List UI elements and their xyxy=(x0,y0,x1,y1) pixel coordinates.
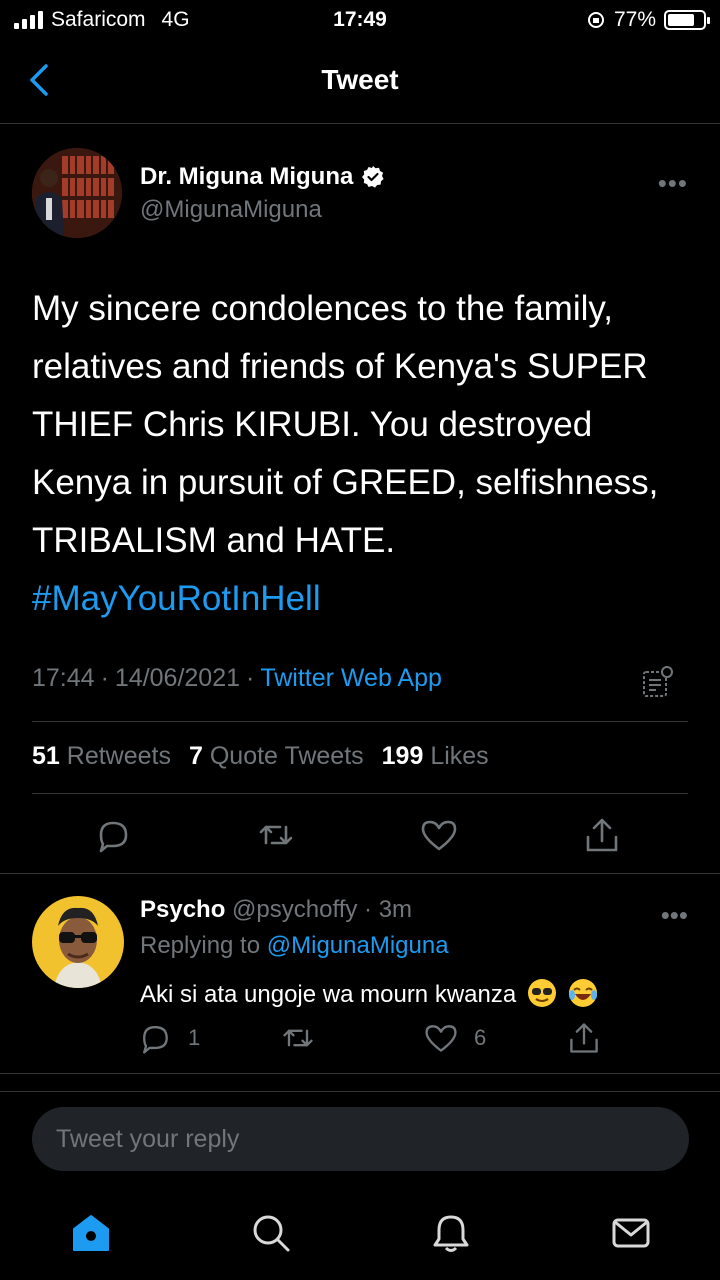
share-icon[interactable] xyxy=(566,1020,602,1056)
reply-body: Aki si ata ungoje wa mourn kwanza xyxy=(140,981,517,1008)
status-right: 77% xyxy=(586,8,710,32)
retweet-icon[interactable] xyxy=(256,815,296,855)
likes-stat[interactable]: 199 Likes xyxy=(382,742,489,771)
reply-input[interactable] xyxy=(32,1107,689,1171)
reply-author-handle[interactable]: @psychoffy xyxy=(232,896,357,923)
quotes-stat[interactable]: 7 Quote Tweets xyxy=(189,742,364,771)
tweet-source[interactable]: Twitter Web App xyxy=(260,664,442,692)
retweets-count: 51 xyxy=(32,742,60,770)
tweet-text: My sincere condolences to the family, re… xyxy=(32,280,692,628)
retweets-label: Retweets xyxy=(66,742,171,770)
battery-percent: 77% xyxy=(613,8,656,31)
notifications-icon[interactable] xyxy=(430,1212,472,1254)
divider xyxy=(0,873,720,874)
like-count: 6 xyxy=(474,1025,487,1050)
like-icon[interactable] xyxy=(419,815,459,855)
replying-label: Replying to xyxy=(140,932,261,959)
tweet-stats: 51 Retweets 7 Quote Tweets 199 Likes xyxy=(32,742,489,771)
top-bar: Tweet xyxy=(0,40,720,124)
orientation-lock-icon xyxy=(587,12,604,28)
hashtag-link[interactable]: #MayYouRotInHell xyxy=(32,579,321,618)
divider xyxy=(0,1091,720,1092)
quotes-count: 7 xyxy=(188,742,203,770)
search-icon[interactable] xyxy=(250,1212,292,1254)
like-icon[interactable] xyxy=(423,1020,459,1056)
likes-count: 199 xyxy=(381,742,424,770)
reply-count: 1 xyxy=(188,1025,201,1050)
battery-icon xyxy=(664,10,710,30)
reply-header: Psycho @psychoffy · 3m xyxy=(140,896,413,923)
messages-icon[interactable] xyxy=(610,1212,652,1254)
reply-icon[interactable] xyxy=(93,815,133,855)
more-options-icon[interactable]: ••• xyxy=(661,900,688,931)
status-bar: Safaricom 4G 17:49 77% xyxy=(0,0,720,40)
page-title: Tweet xyxy=(321,64,399,95)
tweet-body: My sincere condolences to the family, re… xyxy=(32,289,659,560)
reply-actions: 1 6 xyxy=(0,1020,720,1060)
divider xyxy=(0,1073,720,1074)
tweet-actions xyxy=(0,810,720,860)
likes-label: Likes xyxy=(430,742,489,770)
divider xyxy=(32,721,688,722)
reply-icon[interactable] xyxy=(137,1020,173,1056)
home-icon[interactable] xyxy=(70,1212,112,1254)
sunglasses-emoji-icon xyxy=(527,979,556,1007)
reply-author-name[interactable]: Psycho xyxy=(140,896,225,923)
retweet-icon[interactable] xyxy=(280,1020,316,1056)
author-name[interactable]: Dr. Miguna Miguna xyxy=(140,163,385,191)
replying-to: Replying to @MigunaMiguna xyxy=(140,932,449,960)
reply-age: 3m xyxy=(378,896,413,923)
retweets-stat[interactable]: 51 Retweets xyxy=(32,742,171,771)
author-name-text: Dr. Miguna Miguna xyxy=(140,163,354,190)
replying-handle[interactable]: @MigunaMiguna xyxy=(267,932,449,959)
tweet-meta: 17:44 · 14/06/2021 · Twitter Web App xyxy=(32,664,442,692)
author-avatar[interactable] xyxy=(32,148,122,238)
bottom-tab-bar xyxy=(0,1192,720,1280)
laughing-emoji-icon xyxy=(568,979,597,1007)
reply-composer xyxy=(32,1107,689,1171)
divider xyxy=(32,793,688,794)
tweet-time: 17:44 xyxy=(32,664,95,692)
share-icon[interactable] xyxy=(582,815,622,855)
battery-fill xyxy=(668,14,695,26)
analytics-icon[interactable] xyxy=(640,664,676,700)
author-handle[interactable]: @MigunaMiguna xyxy=(140,196,322,224)
more-options-icon[interactable]: ••• xyxy=(658,168,688,199)
reply-avatar[interactable] xyxy=(32,896,124,988)
quotes-label: Quote Tweets xyxy=(209,742,364,770)
reply-text: Aki si ata ungoje wa mourn kwanza xyxy=(140,978,598,1009)
verified-icon xyxy=(362,166,384,188)
tweet-date: 14/06/2021 xyxy=(114,664,241,692)
